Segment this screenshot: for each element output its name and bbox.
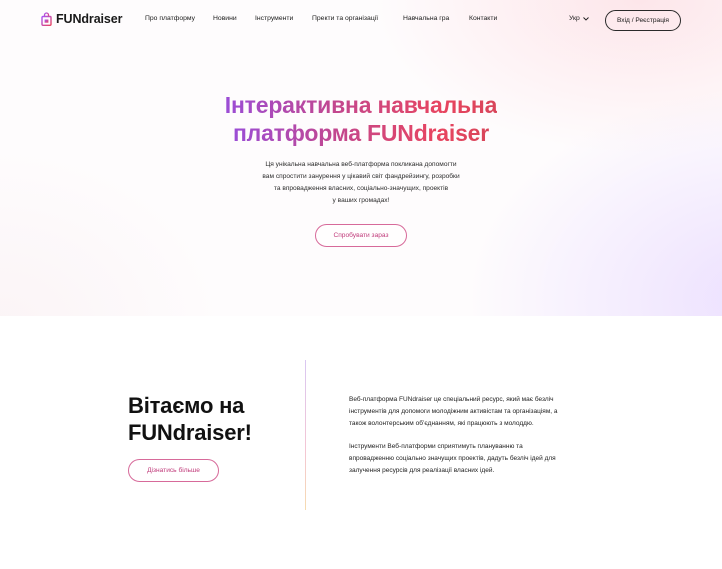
hero-description-line: вам спростити занурення у цікавий світ ф… (262, 173, 460, 180)
shopping-bag-icon (41, 12, 52, 27)
nav-item-game[interactable]: Навчальна гра (403, 15, 449, 22)
hero-description-line: у ваших громадах! (332, 197, 390, 204)
about-line: Веб-платформа FUNdraiser це спеціальний … (349, 396, 554, 403)
nav-item-contacts[interactable]: Контакти (469, 15, 497, 22)
hero-description: Ця унікальна навчальна веб-платформа пок… (236, 159, 486, 207)
hero-description-line: та впровадження власних, соціально-значу… (273, 185, 449, 192)
hero-description-line: Ця унікальна навчальна веб-платформа пок… (265, 161, 457, 168)
about-line: залучення ресурсів для реалізації власни… (349, 467, 495, 474)
about-line: Інструменти Веб-платформи сприятимуть пл… (349, 443, 523, 450)
logo-text: FUNdraiser (56, 12, 123, 26)
language-selector[interactable]: Укр (569, 15, 589, 22)
language-label: Укр (569, 15, 580, 22)
nav-item-projects[interactable]: Пректи та організації (312, 15, 378, 22)
about-line: інструментів для допомоги молодіжним акт… (349, 408, 558, 415)
hero-title-line-2: платформа FUNdraiser (232, 120, 490, 146)
try-now-button[interactable]: Спробувати зараз (315, 224, 407, 247)
learn-more-button[interactable]: Дізнатись більше (128, 459, 219, 482)
hero-title-line-1: Інтерактивна навчальна (224, 92, 498, 118)
about-line: впровадженню соціально значущих проектів… (349, 455, 556, 462)
welcome-title: Вітаємо на FUNdraiser! (128, 392, 252, 446)
welcome-title-line-2: FUNdraiser! (128, 420, 252, 445)
about-line: також волонтерським об’єднанням, які пра… (349, 420, 534, 427)
chevron-down-icon (582, 16, 589, 21)
hero-section (0, 0, 722, 316)
welcome-title-line-1: Вітаємо на (128, 393, 245, 418)
about-paragraph-2: Інструменти Веб-платформи сприятимуть пл… (349, 441, 589, 477)
logo[interactable]: FUNdraiser (41, 12, 123, 27)
about-paragraph-1: Веб-платформа FUNdraiser це спеціальний … (349, 394, 589, 430)
login-register-button[interactable]: Вхід / Реєстрація (605, 10, 681, 31)
nav-item-tools[interactable]: Інструменти (255, 15, 293, 22)
section-divider (305, 360, 306, 510)
hero-title: Інтерактивна навчальна платформа FUNdrai… (0, 91, 722, 147)
nav-item-news[interactable]: Новини (213, 15, 237, 22)
nav-item-about[interactable]: Про платформу (145, 15, 195, 22)
